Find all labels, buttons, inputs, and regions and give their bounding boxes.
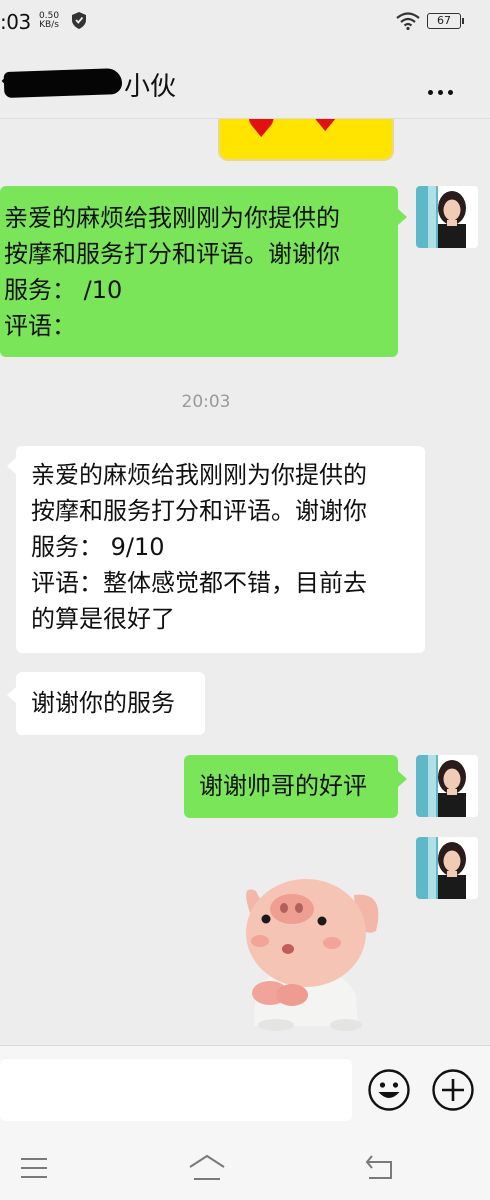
- chat-header: ‹ 小伙: [0, 44, 490, 119]
- back-icon[interactable]: [364, 1154, 394, 1184]
- bubble-tail: [7, 458, 16, 474]
- more-options-icon[interactable]: [428, 80, 458, 99]
- status-bar: :03 0.50 KB/s 67: [0, 0, 490, 44]
- chat-messages[interactable]: ♥ ♥ 亲爱的麻烦给我刚刚为你提供的 按摩和服务打分和评语。谢谢你 服务： /1…: [0, 119, 490, 1045]
- avatar-photo-icon: [416, 837, 478, 899]
- status-time: :03: [0, 10, 31, 34]
- bubble-tail: [398, 771, 407, 787]
- avatar[interactable]: [416, 186, 478, 248]
- message-line: 亲爱的麻烦给我刚刚为你提供的: [4, 204, 340, 232]
- avatar-photo-icon: [416, 186, 478, 248]
- avatar-photo-icon: [416, 755, 478, 817]
- avatar[interactable]: [416, 837, 478, 899]
- network-speed: 0.50 KB/s: [39, 12, 59, 30]
- plus-circle-icon[interactable]: [431, 1068, 475, 1112]
- network-speed-unit: KB/s: [39, 20, 59, 30]
- bubble-tail: [7, 687, 16, 703]
- menu-icon[interactable]: [20, 1156, 48, 1184]
- battery-indicator: 67: [427, 13, 464, 29]
- message-line: 服务： /10: [4, 276, 123, 304]
- bubble-tail: [398, 209, 407, 225]
- message-line: 谢谢你的服务: [31, 689, 175, 717]
- message-bubble-sent[interactable]: 亲爱的麻烦给我刚刚为你提供的 按摩和服务打分和评语。谢谢你 服务： /10 评语…: [0, 186, 398, 357]
- home-icon[interactable]: [188, 1154, 226, 1186]
- heart-sticker[interactable]: ♥ ♥: [218, 119, 394, 161]
- redacted-name: [3, 67, 123, 99]
- message-timestamp: 20:03: [181, 392, 231, 412]
- message-line: 谢谢帅哥的好评: [199, 772, 367, 800]
- message-bubble-received[interactable]: 亲爱的麻烦给我刚刚为你提供的 按摩和服务打分和评语。谢谢你 服务： 9/10 评…: [16, 446, 425, 653]
- message-line: 评语：整体感觉都不错，目前去: [31, 569, 367, 597]
- message-line: 按摩和服务打分和评语。谢谢你: [31, 497, 367, 525]
- message-line: 按摩和服务打分和评语。谢谢你: [4, 240, 340, 268]
- pig-sticker[interactable]: [236, 861, 396, 1031]
- message-bubble-received[interactable]: 谢谢你的服务: [16, 672, 205, 735]
- message-input[interactable]: [0, 1059, 352, 1121]
- heart-icon: ♥: [310, 119, 341, 140]
- pig-icon: [246, 879, 379, 1031]
- input-bar: [0, 1045, 490, 1141]
- message-line: 服务： 9/10: [31, 533, 165, 561]
- message-line: 亲爱的麻烦给我刚刚为你提供的: [31, 461, 367, 489]
- message-line: 的算是很好了: [31, 605, 175, 633]
- chat-title: 小伙: [124, 72, 177, 102]
- wifi-icon: [396, 12, 420, 34]
- shield-icon: [72, 12, 86, 33]
- message-bubble-sent[interactable]: 谢谢帅哥的好评: [184, 755, 398, 818]
- message-line: 评语：: [4, 312, 76, 340]
- avatar[interactable]: [416, 755, 478, 817]
- system-navigation-bar: [0, 1140, 490, 1200]
- heart-icon: ♥: [246, 119, 277, 146]
- smiley-face-icon[interactable]: [367, 1068, 411, 1112]
